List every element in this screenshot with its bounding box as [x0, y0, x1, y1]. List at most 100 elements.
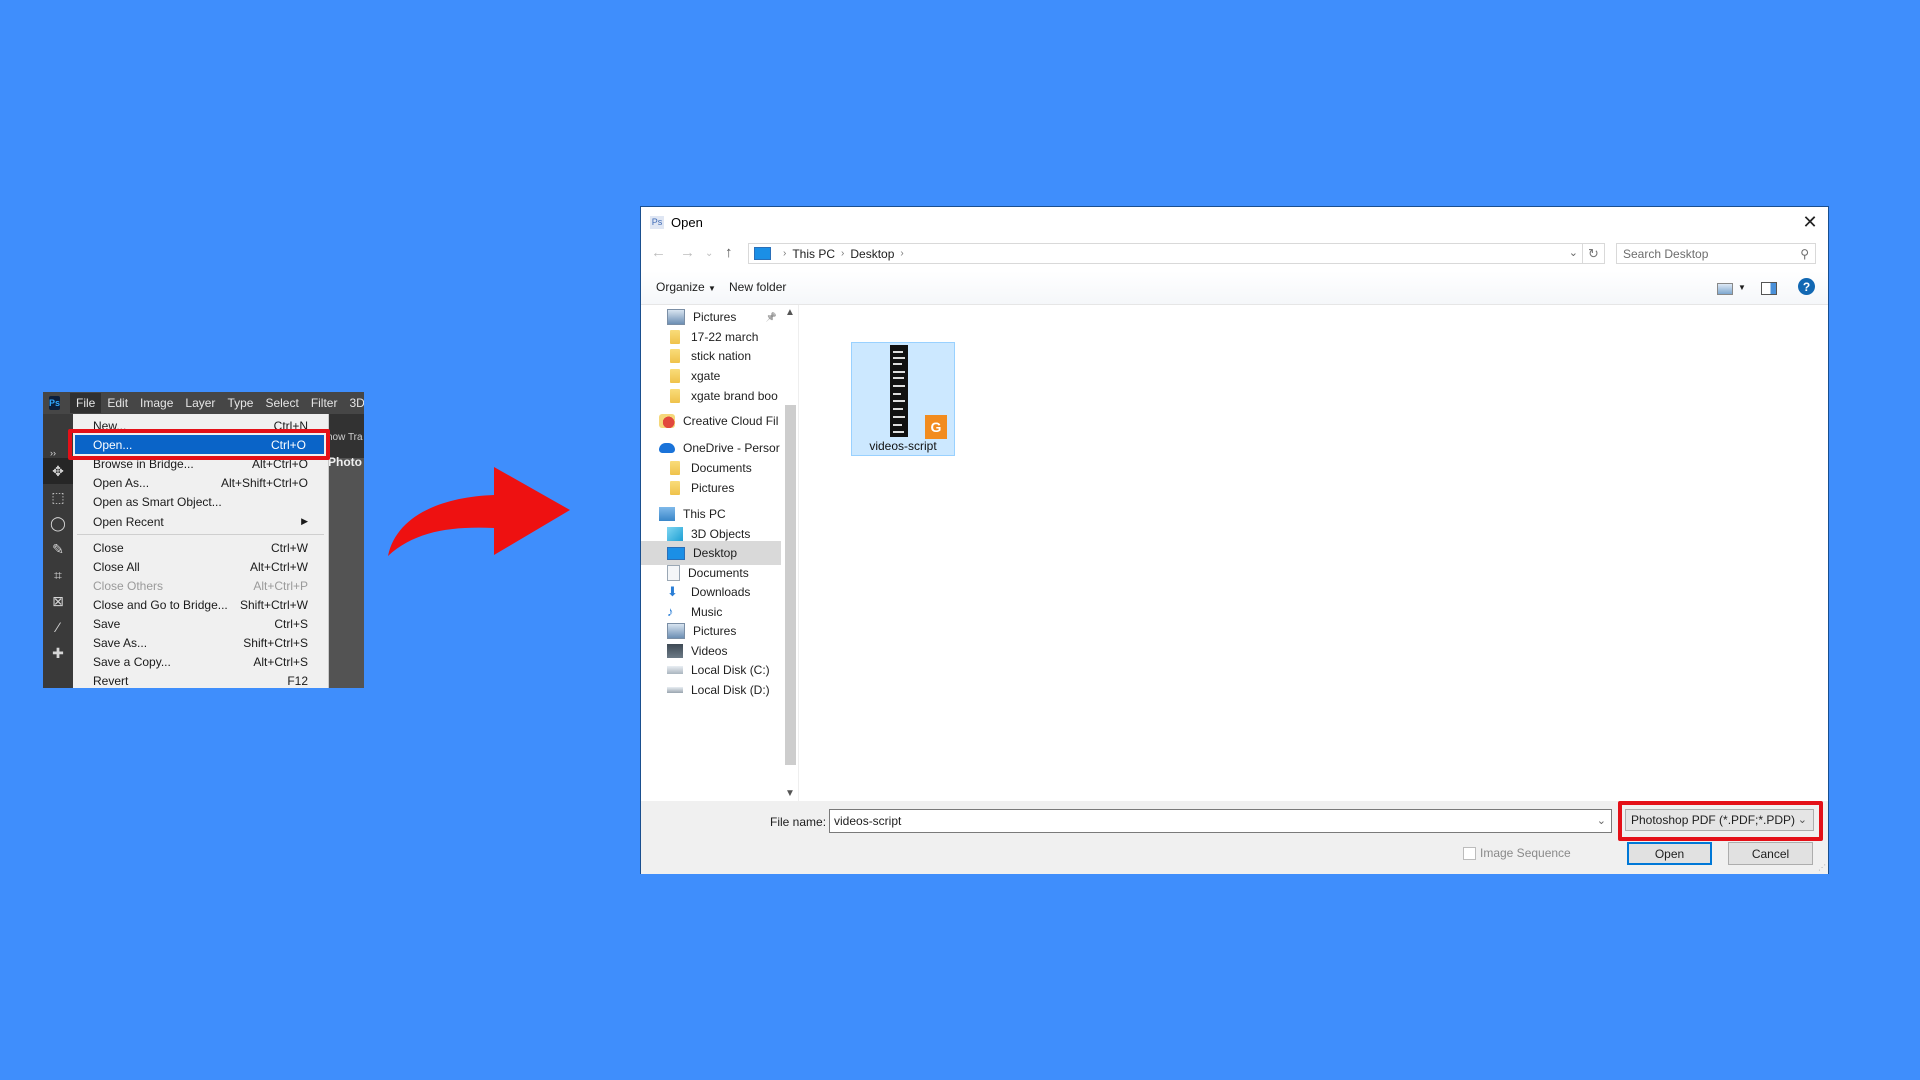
- nav-item-label: xgate brand boo: [691, 389, 778, 403]
- menu-edit[interactable]: Edit: [101, 393, 134, 413]
- file-name-value: videos-script: [834, 814, 902, 828]
- dialog-title: Open: [671, 214, 703, 230]
- menu-item-close-and-go-to-bridge[interactable]: Close and Go to Bridge... Shift+Ctrl+W: [73, 595, 326, 614]
- menu-item-save-a-copy[interactable]: Save a Copy... Alt+Ctrl+S: [73, 652, 326, 671]
- submenu-arrow-icon: ▶: [301, 516, 308, 526]
- healing-brush-tool-icon[interactable]: ✚: [43, 640, 73, 666]
- eyedropper-tool-icon[interactable]: ⁄: [43, 614, 73, 640]
- expand-panels-icon[interactable]: ››: [50, 448, 56, 458]
- address-bar[interactable]: › This PC › Desktop › ⌄: [748, 243, 1583, 264]
- file-item[interactable]: G videos-script: [851, 342, 955, 456]
- breadcrumb-separator: ›: [783, 248, 787, 259]
- pictures-icon: [667, 623, 685, 639]
- nav-item-xgate-brand-boo[interactable]: xgate brand boo: [641, 384, 781, 408]
- menu-item-close-others: Close Others Alt+Ctrl+P: [93, 578, 308, 593]
- close-icon[interactable]: ✕: [1800, 212, 1820, 232]
- nav-item-creative-cloud-fil[interactable]: Creative Cloud Fil: [641, 409, 781, 433]
- marquee-tool-icon[interactable]: ⬚: [43, 484, 73, 510]
- file-name-input[interactable]: videos-script ⌄: [829, 809, 1612, 833]
- new-folder-button[interactable]: New folder: [729, 280, 786, 294]
- lasso-tool-icon[interactable]: ◯: [43, 510, 73, 536]
- menu-item-close-all[interactable]: Close All Alt+Ctrl+W: [73, 557, 326, 576]
- 3d-objects-icon: [667, 527, 683, 541]
- open-file-dialog: Ps Open ✕ ← → ⌄ ↑ › This PC › Desktop › …: [640, 206, 1829, 874]
- scroll-up-icon[interactable]: ▲: [785, 307, 795, 318]
- image-sequence-checkbox[interactable]: Image Sequence: [1463, 846, 1571, 860]
- photoshop-menubar: Ps File Edit Image Layer Type Select Fil…: [43, 392, 364, 414]
- nav-item-pictures[interactable]: Pictures: [641, 476, 781, 500]
- breadcrumb-separator: ›: [841, 248, 845, 259]
- music-icon: ♪: [667, 604, 674, 619]
- menu-item-open-as-smart-object[interactable]: Open as Smart Object...: [73, 492, 326, 511]
- nav-item-label: Pictures: [693, 310, 737, 324]
- nav-item-label: OneDrive - Persor: [683, 441, 780, 455]
- nav-item-label: Local Disk (D:): [691, 683, 770, 697]
- document-tab[interactable]: Photo: [328, 455, 362, 469]
- quick-selection-tool-icon[interactable]: ✎: [43, 536, 73, 562]
- nav-item-label: 3D Objects: [691, 527, 751, 541]
- menu-item-save-as[interactable]: Save As... Shift+Ctrl+S: [73, 633, 326, 652]
- cancel-button[interactable]: Cancel: [1728, 842, 1813, 865]
- pdf-thumbnail: [890, 345, 908, 437]
- this-pc-icon: [659, 507, 675, 521]
- menu-3d[interactable]: 3D: [343, 393, 364, 413]
- scrollbar-thumb[interactable]: [785, 405, 796, 765]
- address-dropdown-icon[interactable]: ⌄: [1569, 246, 1578, 259]
- menu-item-revert[interactable]: Revert F12: [73, 671, 326, 688]
- breadcrumb-desktop[interactable]: Desktop: [850, 247, 894, 261]
- nav-item-label: Videos: [691, 644, 728, 658]
- documents-icon: [667, 565, 680, 581]
- desktop-icon: [667, 546, 685, 560]
- photoshop-logo-icon: Ps: [49, 396, 61, 410]
- pin-icon: 📌: [765, 311, 777, 322]
- up-arrow-icon[interactable]: ↑: [725, 244, 733, 261]
- scroll-down-icon[interactable]: ▼: [785, 788, 795, 799]
- back-arrow-icon[interactable]: ←: [651, 244, 666, 261]
- menu-filter[interactable]: Filter: [305, 393, 344, 413]
- preview-pane-icon[interactable]: [1761, 282, 1777, 295]
- checkbox-box[interactable]: [1463, 846, 1476, 860]
- menu-item-close[interactable]: Close Ctrl+W: [73, 538, 326, 557]
- menu-type[interactable]: Type: [221, 393, 259, 413]
- breadcrumb-this-pc[interactable]: This PC: [792, 247, 835, 261]
- image-sequence-label: Image Sequence: [1480, 846, 1571, 860]
- nav-item-label: 17-22 march: [691, 330, 759, 344]
- dropdown-triangle-icon: ▼: [708, 284, 716, 293]
- menu-select[interactable]: Select: [259, 393, 304, 413]
- nav-item-label: Documents: [688, 566, 749, 580]
- nav-item-partial[interactable]: [641, 697, 781, 721]
- local-disk-d-icon: [667, 687, 683, 693]
- breadcrumb-chevron-icon[interactable]: ›: [900, 248, 903, 259]
- search-input[interactable]: Search Desktop ⚲: [1616, 243, 1816, 264]
- open-button[interactable]: Open: [1627, 842, 1712, 865]
- nav-item-label: Local Disk (C:): [691, 663, 770, 677]
- folder-icon: [670, 369, 680, 383]
- frame-tool-icon[interactable]: ⊠: [43, 588, 73, 614]
- organize-button[interactable]: Organize ▼: [656, 280, 716, 294]
- menu-item-open-recent[interactable]: Open Recent ▶: [73, 512, 326, 531]
- crop-tool-icon[interactable]: ⌗: [43, 562, 73, 588]
- file-name-label: videos-script: [869, 439, 937, 453]
- refresh-icon[interactable]: ↻: [1583, 243, 1605, 264]
- recent-locations-chevron-icon[interactable]: ⌄: [705, 248, 713, 259]
- folder-icon: [670, 349, 680, 363]
- file-name-dropdown-icon[interactable]: ⌄: [1597, 814, 1606, 827]
- menu-item-open-as[interactable]: Open As... Alt+Shift+Ctrl+O: [73, 473, 326, 492]
- nav-item-label: stick nation: [691, 349, 752, 363]
- move-tool-icon[interactable]: ✥: [43, 458, 73, 484]
- menu-item-save[interactable]: Save Ctrl+S: [73, 614, 326, 633]
- curved-arrow-icon: [388, 467, 570, 556]
- menu-file[interactable]: File: [70, 393, 102, 413]
- menu-image[interactable]: Image: [134, 393, 179, 413]
- help-icon[interactable]: ?: [1798, 278, 1815, 295]
- forward-arrow-icon[interactable]: →: [680, 244, 695, 261]
- menu-layer[interactable]: Layer: [179, 393, 221, 413]
- change-view-icon[interactable]: [1717, 283, 1733, 295]
- navigation-scrollbar[interactable]: ▲ ▼: [782, 305, 798, 801]
- onedrive-icon: [659, 443, 675, 453]
- navigation-bar: ← → ⌄ ↑ › This PC › Desktop › ⌄ ↻ Search…: [641, 239, 1828, 269]
- dialog-titlebar: Ps Open ✕: [641, 207, 1828, 237]
- downloads-icon: ⬇: [667, 584, 678, 599]
- view-dropdown-icon[interactable]: ▼: [1738, 283, 1746, 292]
- resize-grip-icon[interactable]: ⋰: [1818, 863, 1826, 872]
